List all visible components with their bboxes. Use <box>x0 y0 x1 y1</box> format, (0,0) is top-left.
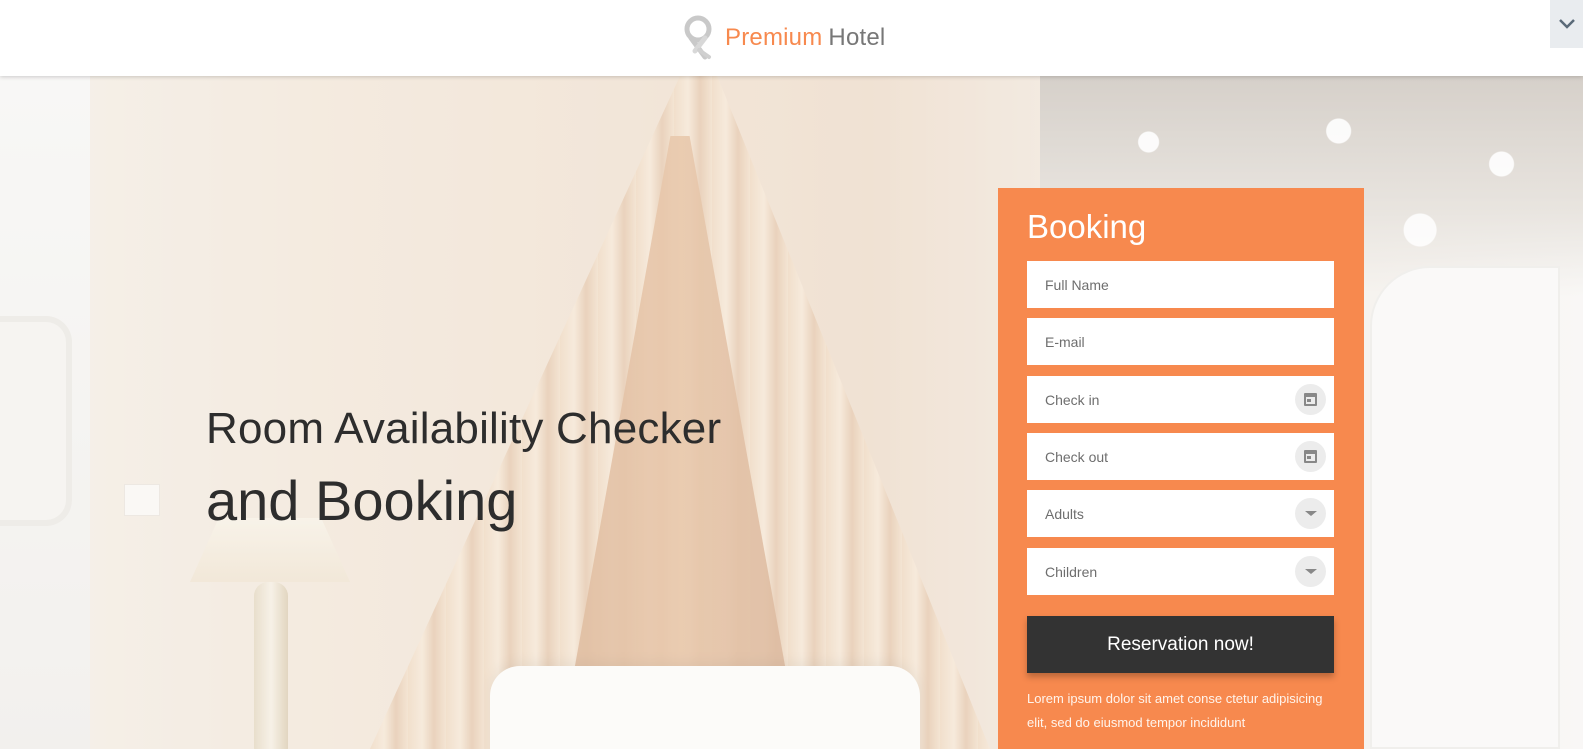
hero-title: Room Availability Checker and Booking <box>206 404 721 534</box>
booking-form: Booking Reservation now! Lorem ipsum dol… <box>998 188 1364 749</box>
caret-down-icon[interactable] <box>1295 498 1326 529</box>
calendar-icon[interactable] <box>1295 384 1326 415</box>
full-name-input[interactable] <box>1027 261 1334 308</box>
hero-title-line2: and Booking <box>206 469 518 532</box>
map-pin-ribbon-icon <box>683 15 715 61</box>
chevron-down-icon <box>1558 19 1575 29</box>
adults-input[interactable] <box>1027 490 1334 537</box>
check-out-input[interactable] <box>1027 433 1334 480</box>
caret-down-icon[interactable] <box>1295 556 1326 587</box>
logo[interactable]: Premium Hotel <box>683 14 885 62</box>
logo-rest-text: Hotel <box>828 24 886 51</box>
hero-title-line1: Room Availability Checker <box>206 404 722 453</box>
check-out-field-wrapper <box>1027 433 1334 480</box>
children-select[interactable] <box>1027 548 1334 595</box>
check-in-input[interactable] <box>1027 376 1334 423</box>
site-header: Premium Hotel <box>0 0 1583 76</box>
calendar-icon[interactable] <box>1295 441 1326 472</box>
email-field-wrapper <box>1027 318 1334 365</box>
booking-note: Lorem ipsum dolor sit amet conse ctetur … <box>1027 691 1323 730</box>
check-in-field-wrapper <box>1027 376 1334 423</box>
logo-accent-text: Premium <box>725 24 823 51</box>
booking-title: Booking <box>1027 208 1147 245</box>
adults-select[interactable] <box>1027 490 1334 537</box>
logo-text: Premium Hotel <box>725 24 885 52</box>
email-input[interactable] <box>1027 318 1334 365</box>
menu-toggle-button[interactable] <box>1550 0 1583 48</box>
full-name-field-wrapper <box>1027 261 1334 308</box>
children-input[interactable] <box>1027 548 1334 595</box>
reservation-button[interactable]: Reservation now! <box>1027 616 1334 673</box>
